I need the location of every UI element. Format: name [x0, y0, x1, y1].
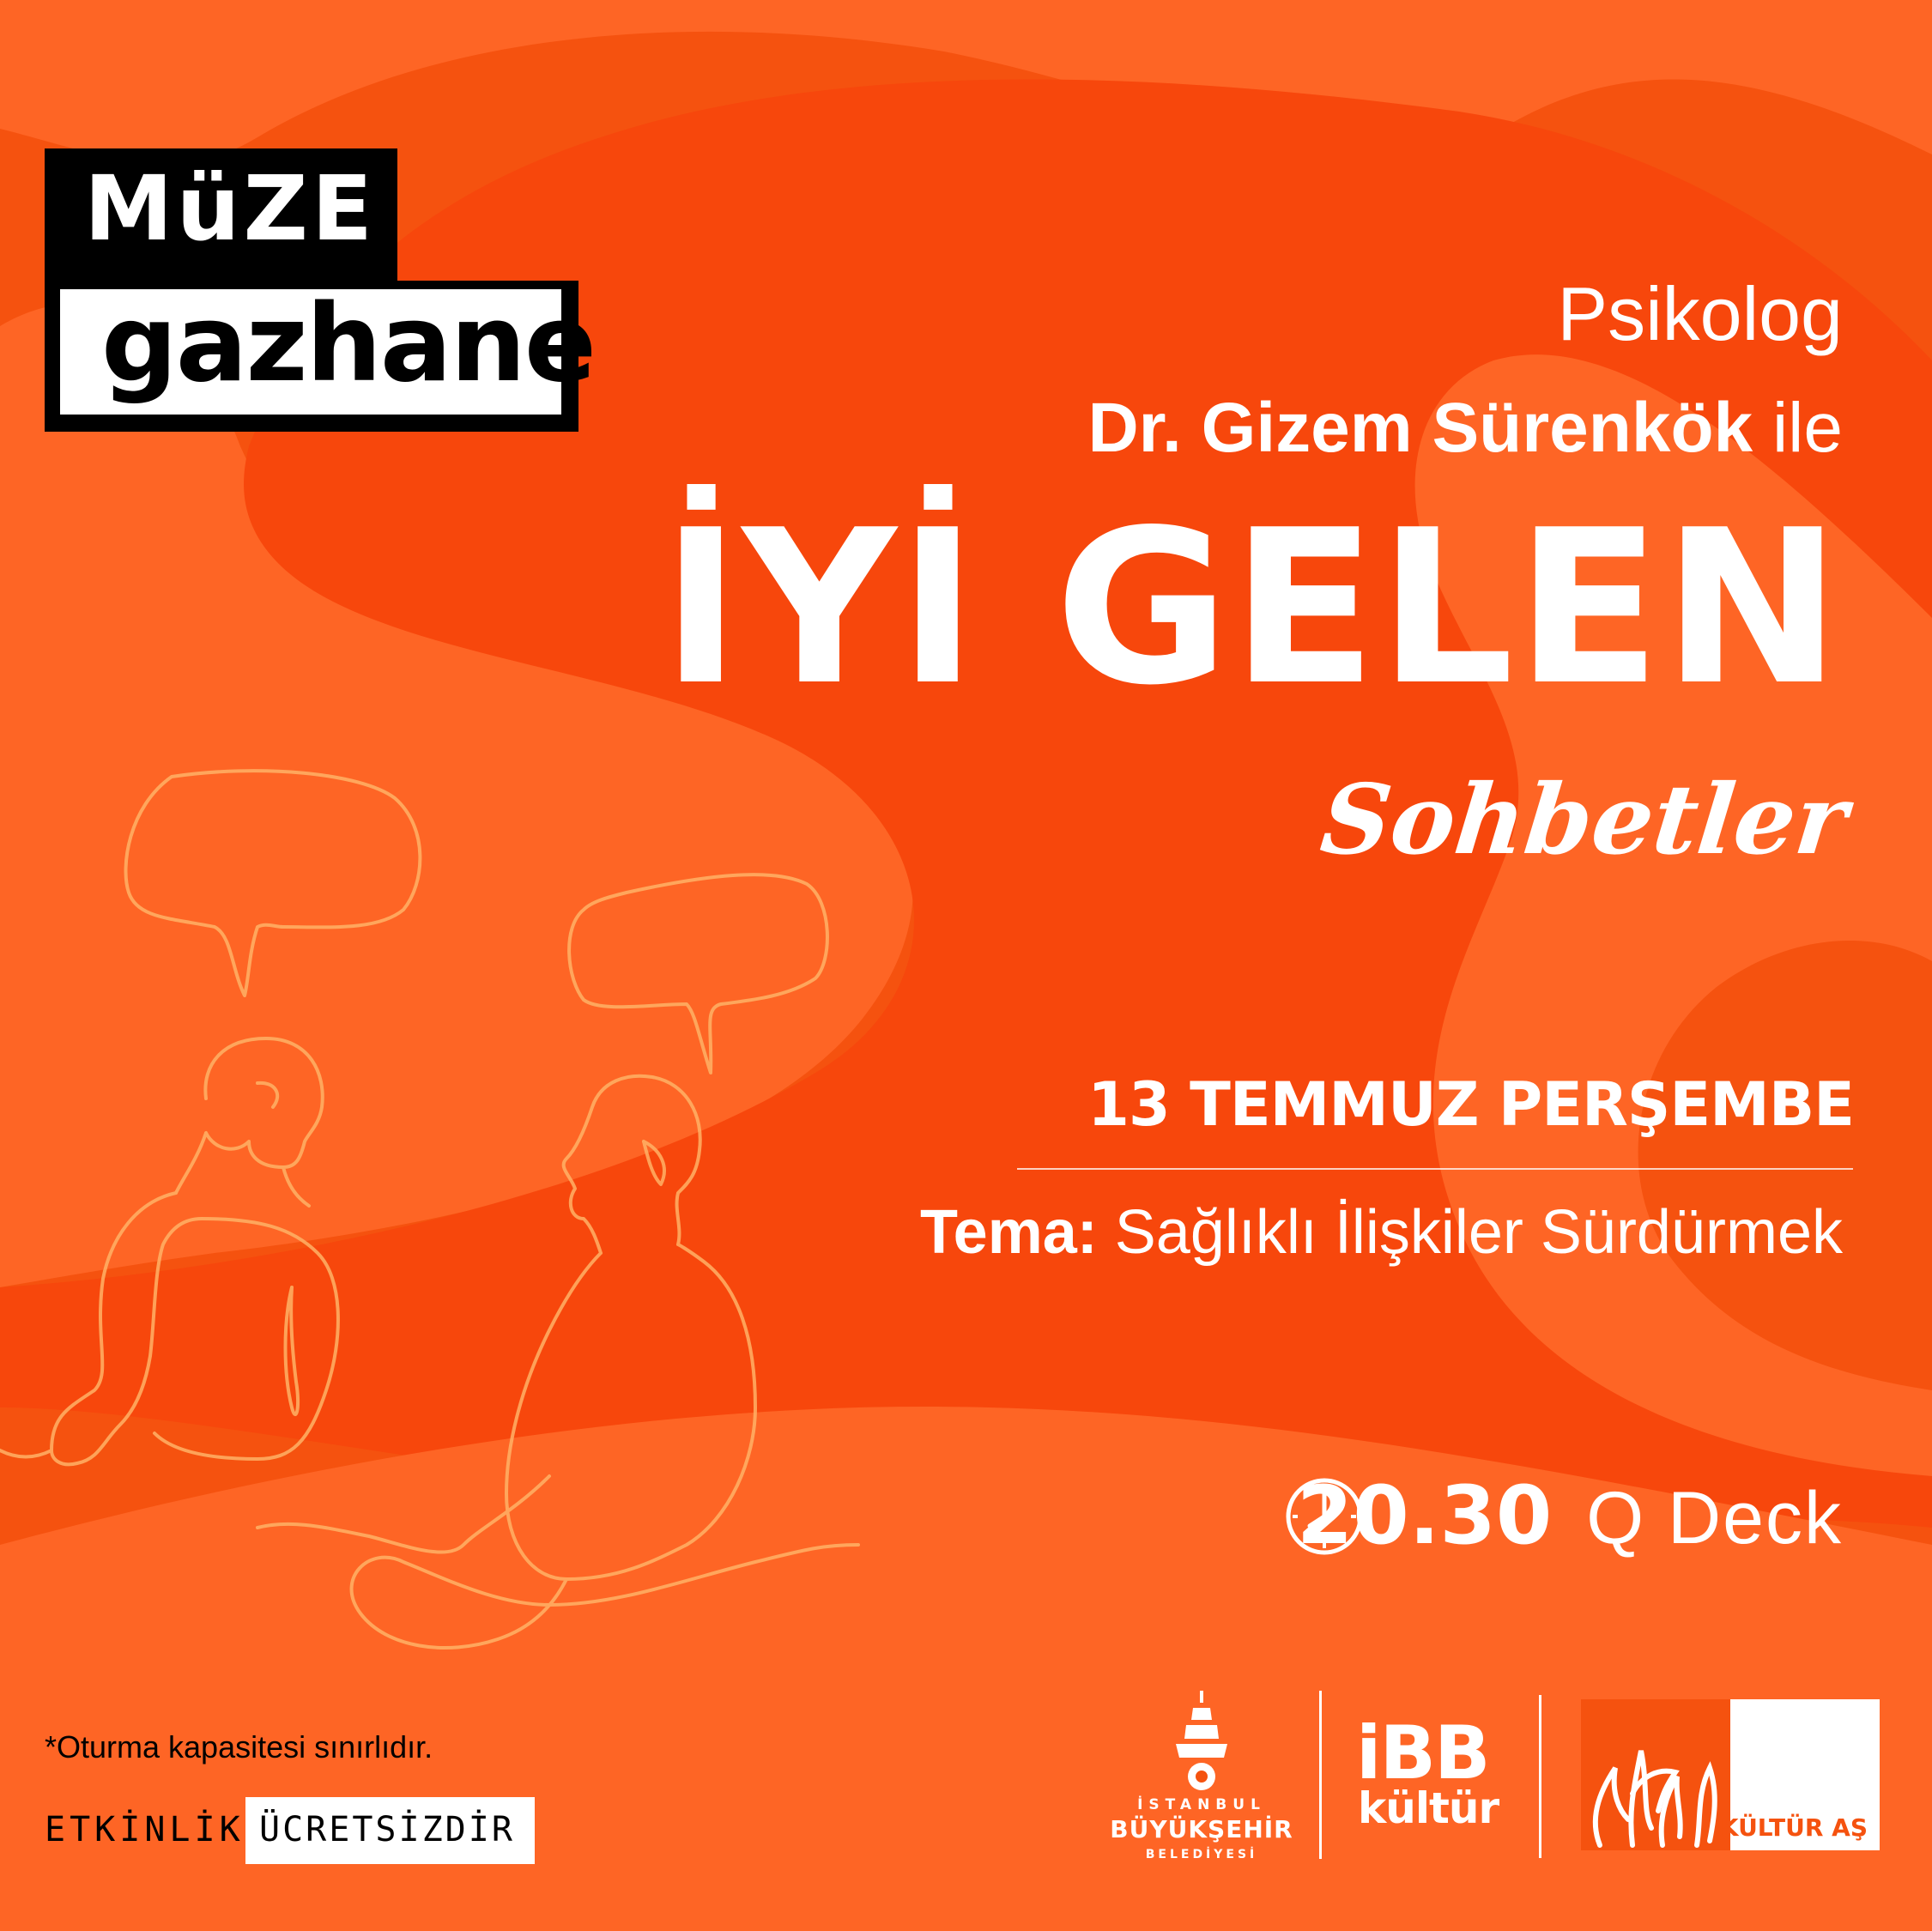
free-event-label: ETKİNLİK [45, 1810, 245, 1849]
theme-label: Tema: [920, 1198, 1098, 1267]
ibb-name-line2: BÜYÜKŞEHİR [1110, 1815, 1293, 1843]
sponsor-divider-1 [1319, 1691, 1322, 1859]
ibb-emblem-icon [1176, 1691, 1227, 1790]
logo-line2: gazhane [101, 282, 597, 406]
divider-line [1017, 1168, 1853, 1170]
ibb-kultur-logo-bottom: kültür [1358, 1783, 1499, 1833]
ibb-kultur-logo-top: iBB [1356, 1710, 1491, 1796]
event-subtitle: Sohbetler [1316, 764, 1852, 876]
theme-value: Sağlıklı İlişkiler Sürdürmek [1114, 1198, 1843, 1267]
kultur-as-logo: KÜLTÜR AŞ [1581, 1699, 1880, 1850]
speaker-title: Psikolog [1557, 271, 1843, 356]
logo-white-panel: gazhane [60, 289, 597, 415]
event-venue: Q Deck [1586, 1477, 1843, 1559]
speaker-name-line: Dr. Gizem Sürenkök ile [1087, 393, 1843, 463]
ibb-name-line1: İSTANBUL [1137, 1796, 1266, 1813]
event-title: İYİ GELEN [661, 485, 1843, 732]
event-time-venue: 20.30 Q Deck [1297, 1476, 1843, 1561]
event-poster: MüZE gazhane Psikolog Dr. Gizem Sürenkök… [0, 0, 1932, 1931]
event-time: 20.30 [1296, 1469, 1553, 1563]
sponsor-divider-2 [1539, 1695, 1541, 1858]
ibb-name-line3: BELEDİYESİ [1145, 1848, 1258, 1861]
flame-tulip-icon [1592, 1750, 1717, 1848]
museum-logo-top: MüZE [45, 148, 397, 281]
kultur-as-flame-panel [1581, 1699, 1730, 1850]
logo-line1: MüZE [84, 156, 376, 261]
speaker-name: Dr. Gizem Sürenkök [1087, 389, 1753, 467]
free-badge: ÜCRETSİZDİR [245, 1797, 535, 1864]
event-date: 13 TEMMUZ PERŞEMBE [1087, 1069, 1855, 1140]
event-theme: Tema: Sağlıklı İlişkiler Sürdürmek [920, 1202, 1843, 1263]
museum-logo-bottom: gazhane [45, 281, 597, 432]
capacity-note: *Oturma kapasitesi sınırlıdır. [45, 1729, 433, 1765]
speaker-name-suffix: ile [1772, 389, 1843, 467]
free-badge-text: ÜCRETSİZDİR [259, 1810, 515, 1849]
kultur-as-text: KÜLTÜR AŞ [1719, 1813, 1868, 1842]
